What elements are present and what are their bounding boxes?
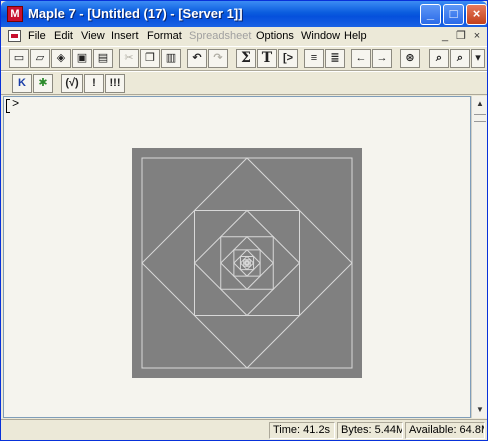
menu-window[interactable]: Window (301, 30, 340, 42)
main-toolbar: ▭ ▱ ◈ ▣ ▤ ✂ ❐ ▥ ↶ ↷ Σ T [> ≡ ≣ ← → ⊛ ⌕ ⌕… (1, 46, 487, 71)
doc-minimize-button[interactable]: _ (437, 29, 453, 43)
document-icon[interactable] (8, 30, 21, 42)
menu-insert[interactable]: Insert (111, 30, 139, 42)
bug-icon[interactable]: ✱ (33, 74, 53, 93)
execute-all-icon[interactable]: !!! (105, 74, 125, 93)
copy-icon[interactable]: ❐ (140, 49, 160, 68)
status-bar: Time: 41.2s Bytes: 5.44M Available: 64.8… (1, 419, 487, 440)
vertical-scrollbar[interactable]: ▲ ▼ (471, 96, 487, 418)
context-toolbar: K ✱ (√) ! !!! (1, 71, 487, 95)
scroll-thumb[interactable] (474, 114, 486, 122)
minimize-button[interactable]: _ (420, 4, 441, 25)
status-bytes: Bytes: 5.44M (337, 422, 403, 439)
plot-background (132, 148, 362, 378)
status-available: Available: 64.8M (405, 422, 485, 439)
maple-app-icon[interactable]: M (7, 6, 23, 22)
new-icon[interactable]: ▭ (9, 49, 29, 68)
cut-icon[interactable]: ✂ (119, 49, 139, 68)
back-icon[interactable]: ← (351, 49, 371, 68)
open-url-icon[interactable]: ◈ (51, 49, 71, 68)
zoom-in-icon[interactable]: ⌕ (429, 49, 449, 68)
print-icon[interactable]: ▤ (93, 49, 113, 68)
menu-edit[interactable]: Edit (54, 30, 73, 42)
scroll-up-icon[interactable]: ▲ (472, 96, 488, 112)
plot-region[interactable] (132, 148, 362, 378)
title-bar[interactable]: M Maple 7 - [Untitled (17) - [Server 1]]… (1, 1, 487, 27)
zoom-out-icon[interactable]: ⌕ (450, 49, 470, 68)
doc-restore-button[interactable]: ❐ (453, 29, 469, 43)
input-prompt[interactable]: > (12, 97, 19, 111)
worksheet-area[interactable]: > (3, 96, 471, 418)
stop-icon[interactable]: ⊛ (400, 49, 420, 68)
forward-icon[interactable]: → (372, 49, 392, 68)
close-button[interactable]: × (466, 4, 487, 25)
indent-icon[interactable]: ≡ (304, 49, 324, 68)
redo-icon[interactable]: ↷ (208, 49, 228, 68)
toolbar-dropdown-icon[interactable]: ▾ (471, 49, 485, 68)
menu-spreadsheet[interactable]: Spreadsheet (189, 30, 251, 42)
menu-format[interactable]: Format (147, 30, 182, 42)
paste-icon[interactable]: ▥ (161, 49, 181, 68)
outdent-icon[interactable]: ≣ (325, 49, 345, 68)
doc-close-button[interactable]: × (469, 29, 485, 43)
menu-options[interactable]: Options (256, 30, 294, 42)
scroll-down-icon[interactable]: ▼ (472, 402, 488, 418)
k-icon[interactable]: K (12, 74, 32, 93)
application-window: M Maple 7 - [Untitled (17) - [Server 1]]… (0, 0, 488, 441)
save-icon[interactable]: ▣ (72, 49, 92, 68)
text-icon[interactable]: T (257, 49, 277, 68)
menu-bar: File Edit View Insert Format Spreadsheet… (1, 27, 487, 46)
maximize-button[interactable]: □ (443, 4, 464, 25)
sigma-icon[interactable]: Σ (236, 49, 256, 68)
menu-view[interactable]: View (81, 30, 105, 42)
execution-group-bracket[interactable] (6, 99, 10, 113)
check-icon[interactable]: (√) (61, 74, 83, 93)
undo-icon[interactable]: ↶ (187, 49, 207, 68)
menu-file[interactable]: File (28, 30, 46, 42)
open-icon[interactable]: ▱ (30, 49, 50, 68)
window-title: Maple 7 - [Untitled (17) - [Server 1]] (28, 6, 243, 21)
prompt-icon[interactable]: [> (278, 49, 298, 68)
status-time: Time: 41.2s (269, 422, 335, 439)
menu-help[interactable]: Help (344, 30, 367, 42)
exclaim-icon[interactable]: ! (84, 74, 104, 93)
